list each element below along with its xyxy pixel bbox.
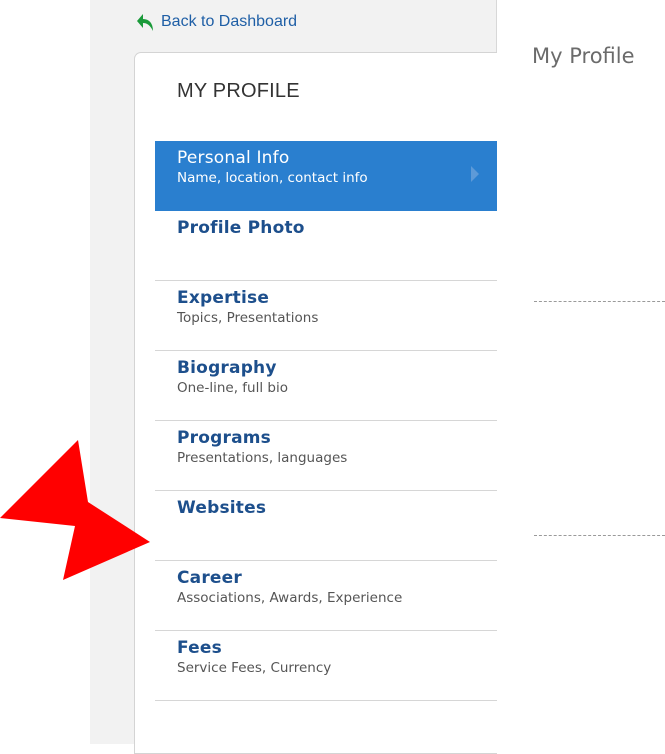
menu-item-fees[interactable]: Fees Service Fees, Currency: [155, 631, 497, 701]
menu-item-programs[interactable]: Programs Presentations, languages: [155, 421, 497, 491]
red-annotation-arrow-icon: [0, 440, 160, 584]
main-page-title: My Profile: [532, 44, 635, 68]
menu-item-subtitle: Name, location, contact info: [177, 170, 368, 186]
green-curved-arrow-icon: [135, 11, 155, 33]
menu-item-biography[interactable]: Biography One-line, full bio: [155, 351, 497, 421]
dashed-divider: [534, 301, 665, 302]
menu-item-career[interactable]: Career Associations, Awards, Experience: [155, 561, 497, 631]
profile-nav-panel: MY PROFILE Personal Info Name, location,…: [134, 52, 497, 754]
menu-item-subtitle: Associations, Awards, Experience: [177, 590, 403, 606]
profile-menu: Personal Info Name, location, contact in…: [155, 141, 497, 701]
menu-item-label: Biography: [177, 358, 277, 378]
menu-item-label: Personal Info: [177, 148, 290, 168]
menu-item-label: Expertise: [177, 288, 270, 308]
menu-item-label: Websites: [177, 498, 267, 518]
dashed-divider: [534, 535, 665, 536]
menu-item-label: Programs: [177, 428, 271, 448]
menu-item-websites[interactable]: Websites: [155, 491, 497, 561]
menu-item-profile-photo[interactable]: Profile Photo: [155, 211, 497, 281]
caret-right-icon: [471, 166, 479, 182]
menu-item-subtitle: Service Fees, Currency: [177, 660, 332, 676]
menu-item-expertise[interactable]: Expertise Topics, Presentations: [155, 281, 497, 351]
panel-title: MY PROFILE: [177, 80, 300, 102]
menu-item-label: Fees: [177, 638, 222, 658]
menu-item-subtitle: Presentations, languages: [177, 450, 348, 466]
menu-item-subtitle: One-line, full bio: [177, 380, 288, 396]
menu-item-subtitle: Topics, Presentations: [177, 310, 319, 326]
menu-item-label: Profile Photo: [177, 218, 305, 238]
menu-item-label: Career: [177, 568, 242, 588]
back-to-dashboard-label: Back to Dashboard: [161, 13, 298, 30]
back-to-dashboard-link[interactable]: Back to Dashboard: [135, 8, 297, 36]
menu-item-personal-info[interactable]: Personal Info Name, location, contact in…: [155, 141, 497, 211]
